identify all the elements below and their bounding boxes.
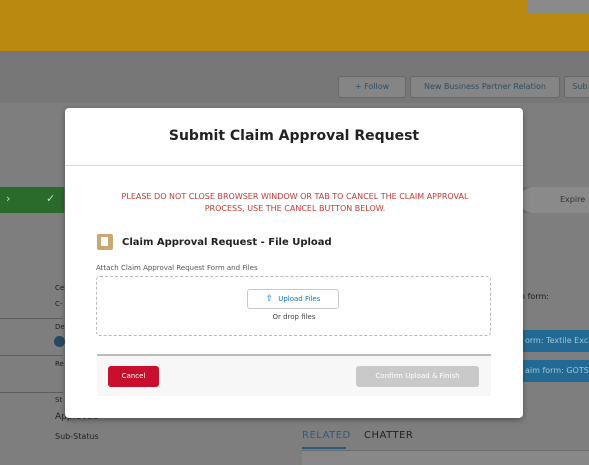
drop-files-text: Or drop files xyxy=(272,313,316,321)
gots-claim-form-button[interactable]: aim form: GOTS xyxy=(519,360,589,382)
banner-corner xyxy=(527,0,589,14)
tab-related[interactable]: RELATED xyxy=(302,430,351,441)
upload-section-heading: Claim Approval Request - File Upload xyxy=(97,234,332,250)
upload-title: Claim Approval Request - File Upload xyxy=(122,236,332,248)
cancel-button[interactable]: Cancel xyxy=(108,366,159,387)
attach-files-label: Attach Claim Approval Request Form and F… xyxy=(96,264,258,272)
form-field-label: n form: xyxy=(520,292,549,301)
divider xyxy=(0,392,63,393)
chevron-icon: › xyxy=(6,192,11,205)
follow-button[interactable]: + Follow xyxy=(338,76,406,98)
modal-title: Submit Claim Approval Request xyxy=(168,128,420,144)
related-panel xyxy=(302,450,589,465)
new-business-partner-relation-button[interactable]: New Business Partner Relation xyxy=(410,76,560,98)
tab-chatter[interactable]: CHATTER xyxy=(364,430,413,441)
path-step-complete[interactable]: › ✓ xyxy=(0,187,64,213)
field-label-fragment: St xyxy=(55,396,63,404)
upload-files-button[interactable]: ⇧ Upload Files xyxy=(247,289,339,309)
field-label-fragment: De xyxy=(55,323,65,331)
warning-message: PLEASE DO NOT CLOSE BROWSER WINDOW OR TA… xyxy=(121,192,469,213)
divider xyxy=(0,355,63,356)
field-value-fragment: C- xyxy=(55,300,63,308)
sub-status-label: Sub-Status xyxy=(55,432,99,441)
divider xyxy=(0,318,63,319)
claim-approval-modal: Submit Claim Approval Request PLEASE DO … xyxy=(65,108,523,418)
field-label-fragment: Re xyxy=(55,360,64,368)
info-icon xyxy=(54,336,65,347)
submit-button-truncated[interactable]: Sub xyxy=(564,76,589,98)
upload-icon: ⇧ xyxy=(265,294,274,304)
path-step-expire[interactable]: Expire xyxy=(520,187,589,213)
textile-exchange-form-button[interactable]: orm: Textile Exch xyxy=(519,330,589,352)
top-banner xyxy=(0,0,589,51)
active-tab-indicator xyxy=(302,447,346,449)
check-icon: ✓ xyxy=(46,192,56,205)
modal-header: Submit Claim Approval Request xyxy=(65,108,523,166)
file-icon xyxy=(97,234,113,250)
upload-files-label: Upload Files xyxy=(278,295,321,303)
confirm-upload-finish-button[interactable]: Confirm Upload & Finish xyxy=(356,366,479,387)
